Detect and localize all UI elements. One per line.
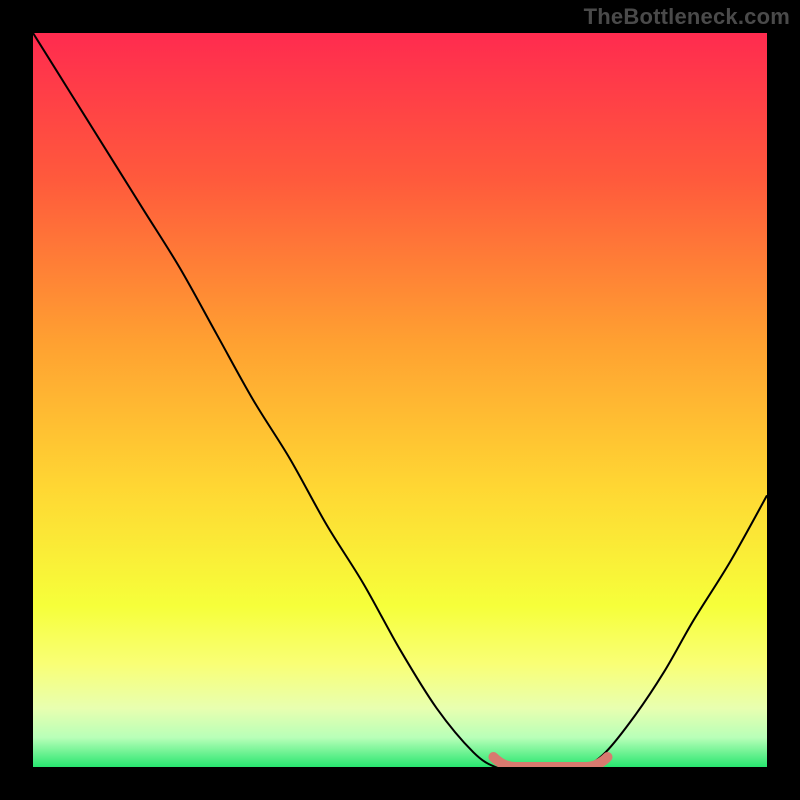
bottleneck-chart [33,33,767,767]
watermark-text: TheBottleneck.com [584,4,790,30]
chart-background [33,33,767,767]
